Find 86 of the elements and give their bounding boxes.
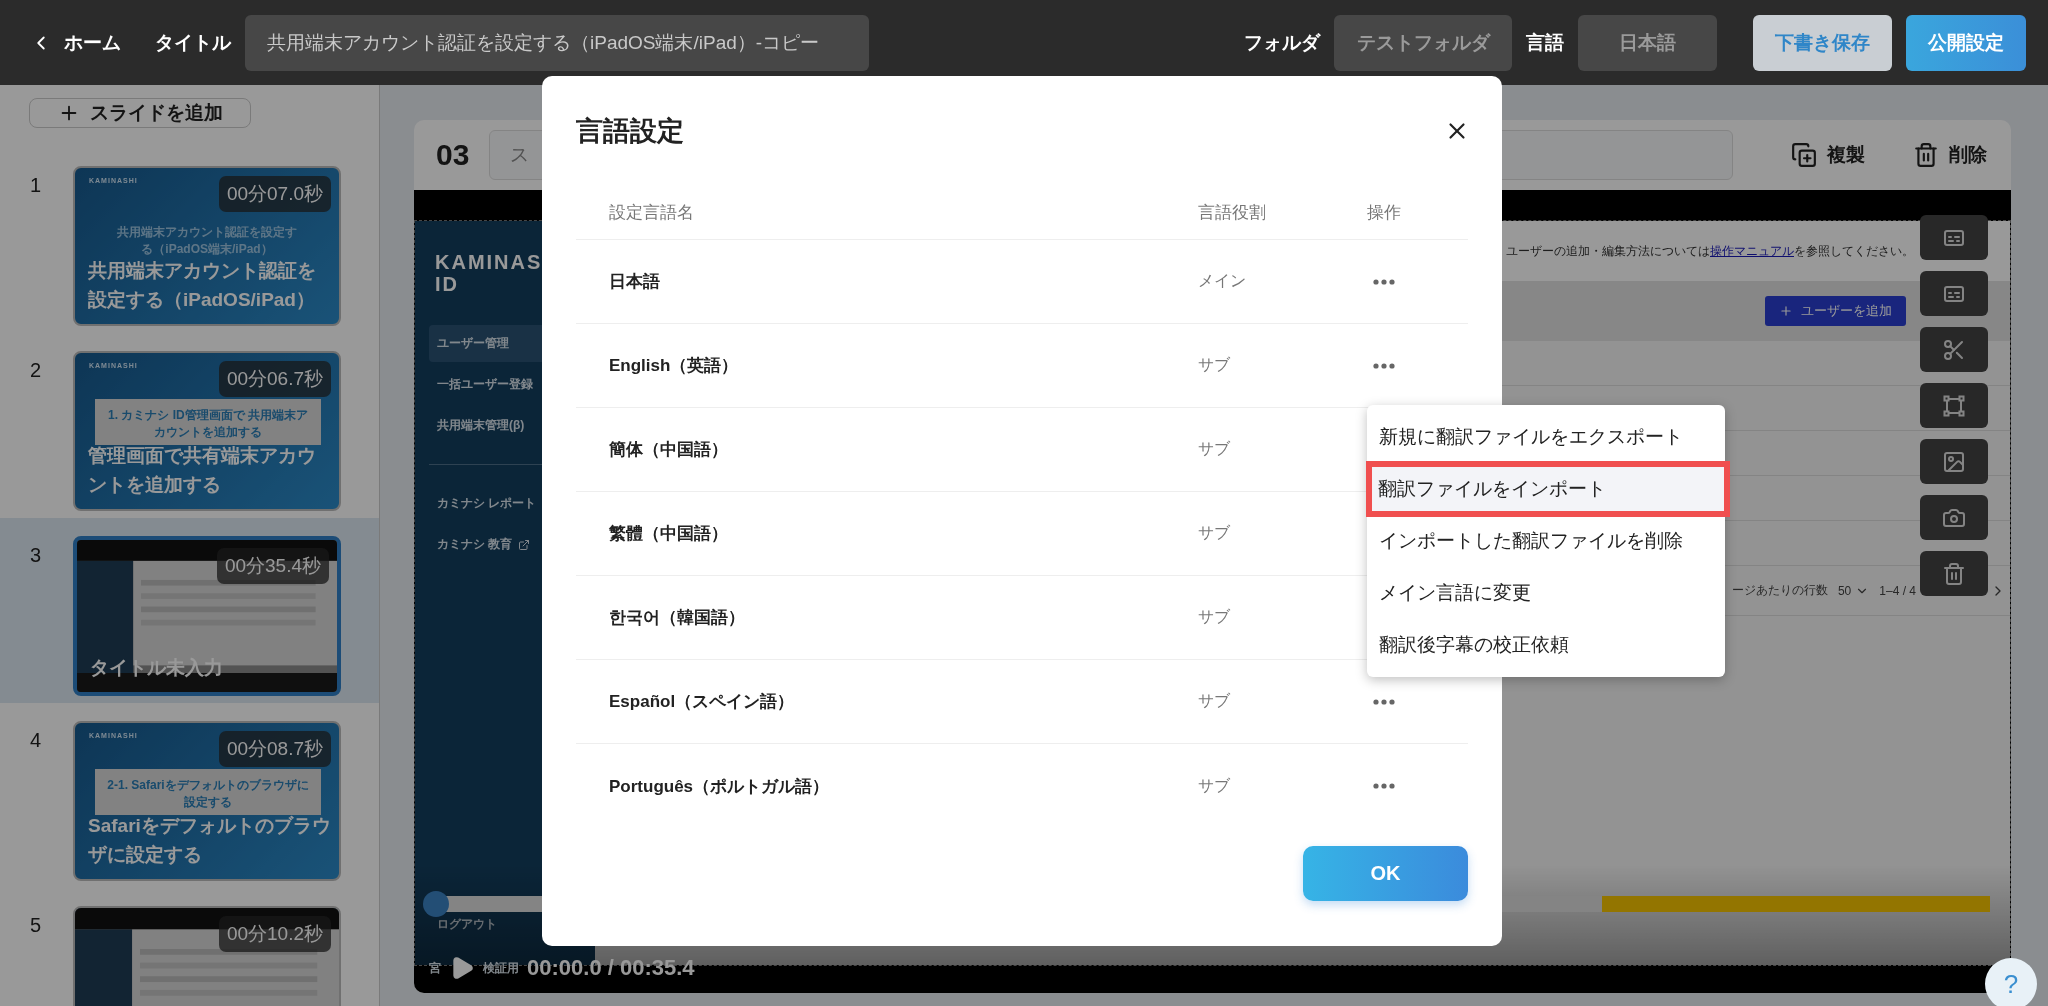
language-role: サブ (1198, 691, 1231, 711)
menu-item[interactable]: 新規に翻訳ファイルをエクスポート (1367, 411, 1725, 463)
slide-thumbnail[interactable]: 00分35.4秒 タイトル未入力 (73, 536, 341, 696)
language-role: サブ (1198, 439, 1231, 459)
duration-badge: 00分35.4秒 (216, 548, 329, 584)
slide-number: 5 (30, 913, 43, 937)
plus-icon (1779, 304, 1793, 318)
duration-badge: 00分10.2秒 (218, 916, 331, 952)
camera-button[interactable] (1920, 495, 1988, 540)
slide-title: 管理画面で共有端末アカウントを追加する (88, 444, 317, 497)
home-link[interactable]: ホーム (30, 29, 121, 56)
language-name: 繁體（中国語） (609, 523, 729, 545)
slide-number: 1 (30, 173, 43, 197)
duration-badge: 00分06.7秒 (218, 361, 331, 397)
slide-text: 共用端末アカウント認証を設定する（iPadOS端末/iPad） (116, 224, 298, 258)
publish-button[interactable]: 公開設定 (1906, 14, 2026, 71)
captions-button[interactable] (1920, 215, 1988, 260)
slide-thumbnail[interactable]: 00分10.2秒 (73, 906, 341, 1006)
nav-item[interactable]: カミナシ 教育 (429, 526, 595, 563)
ellipsis-icon (1373, 362, 1395, 369)
duplicate-icon (1791, 142, 1817, 168)
image-button[interactable] (1920, 439, 1988, 484)
ok-button[interactable]: OK (1303, 846, 1468, 901)
language-name: Português（ポルトガル語） (609, 775, 831, 798)
folder-label: フォルダ (1244, 30, 1320, 55)
menu-item[interactable]: インポートした翻訳ファイルを削除 (1367, 515, 1725, 567)
duration-badge: 00分07.0秒 (218, 176, 331, 212)
menu-item[interactable]: 翻訳後字幕の校正依頼 (1367, 619, 1725, 671)
slide-title: Safariをデフォルトのブラウザに設定する (88, 814, 331, 867)
slide-title: タイトル未入力 (90, 655, 224, 680)
frame-button[interactable] (1920, 383, 1988, 428)
column-header: 言語役割 (1198, 202, 1267, 224)
title-label: タイトル (155, 30, 231, 55)
manual-link[interactable]: 操作マニュアル (1710, 243, 1794, 258)
trash-icon (1913, 142, 1939, 168)
menu-item[interactable]: メイン言語に変更 (1367, 567, 1725, 619)
language-name: English（英語） (609, 355, 740, 377)
notice-text: ユーザーの追加・編集方法については操作マニュアルを参照してください。 (1506, 242, 1914, 260)
slide-text: 2-1. Safariをデフォルトのブラウザに設定する (106, 777, 310, 811)
trash-icon (1942, 561, 1966, 586)
page-range: 1–4 / 4 (1879, 583, 1916, 598)
language-name: 簡体（中国語） (609, 439, 729, 461)
language-role: サブ (1198, 523, 1231, 543)
add-slide-button[interactable]: スライドを追加 (29, 98, 251, 128)
brand-text: KAMINAS ID (434, 251, 544, 295)
slide-row[interactable]: 3 00分35.4秒 タイトル未入力 (0, 518, 379, 703)
slide-title: 共用端末アカウント認証を設定する（iPadOS/iPad） (88, 259, 317, 312)
delete-button[interactable]: 削除 (1907, 141, 1993, 169)
ellipsis-icon (1373, 698, 1395, 705)
account-text: 検証用 (483, 959, 519, 977)
column-header: 設定言語名 (609, 202, 695, 224)
rows-per-page-select[interactable]: 50 (1837, 583, 1870, 598)
ellipsis-icon (1373, 783, 1395, 789)
duration-badge: 00分08.7秒 (218, 731, 331, 767)
slide-number: 2 (30, 358, 43, 382)
slide-number: 3 (30, 543, 43, 567)
subtitles-button[interactable] (1920, 271, 1988, 316)
slide-row[interactable]: 5 00分10.2秒 (0, 888, 379, 1006)
scissors-button[interactable] (1920, 327, 1988, 372)
add-user-button[interactable]: ユーザーを追加 (1765, 296, 1906, 326)
folder-field[interactable]: テストフォルダ (1334, 14, 1512, 71)
help-button[interactable]: ? (1985, 958, 2037, 1006)
language-field[interactable]: 日本語 (1578, 14, 1717, 71)
language-name: 日本語 (609, 271, 661, 293)
language-role: メイン (1198, 271, 1247, 291)
trash-button[interactable] (1920, 551, 1988, 596)
language-name: Español（スペイン語） (609, 691, 796, 713)
language-label: 言語 (1526, 30, 1564, 55)
language-role: サブ (1198, 775, 1231, 796)
column-header: 操作 (1367, 202, 1402, 224)
rows-per-page-label: ージあたりの行数 (1731, 582, 1828, 599)
slide-number: 4 (30, 728, 43, 752)
image-icon (1942, 449, 1966, 474)
frame-icon (1943, 394, 1965, 417)
title-field[interactable]: 共用端末アカウント認証を設定する（iPadOS端末/iPad）-コピー (245, 14, 869, 71)
ellipsis-icon (1373, 278, 1395, 285)
slide-text: 1. カミナシ ID管理画面で 共用端末アカウントを追加する (107, 407, 309, 441)
slide-number: 03 (436, 138, 470, 172)
menu-item[interactable]: 翻訳ファイルをインポート (1366, 461, 1730, 517)
scissors-icon (1942, 337, 1966, 362)
language-role: サブ (1198, 607, 1231, 627)
account-text: 宮 (429, 959, 441, 977)
duplicate-button[interactable]: 複製 (1785, 141, 1871, 169)
language-role: サブ (1198, 355, 1231, 375)
language-name: 한국어（韓国語） (609, 607, 746, 629)
dialog-title: 言語設定 (576, 115, 684, 148)
